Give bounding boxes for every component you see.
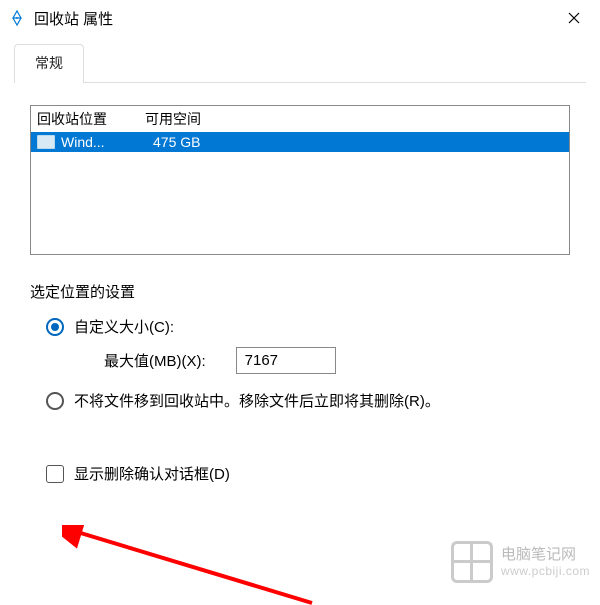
close-button[interactable] bbox=[556, 4, 592, 32]
radio-row-norecycle: 不将文件移到回收站中。移除文件后立即将其删除(R)。 bbox=[46, 390, 570, 411]
checkbox-row-confirm: 显示删除确认对话框(D) bbox=[46, 463, 570, 484]
header-space: 可用空间 bbox=[145, 109, 563, 129]
folder-icon bbox=[37, 135, 55, 149]
window-title: 回收站 属性 bbox=[34, 8, 556, 29]
list-row[interactable]: Wind... 475 GB bbox=[31, 132, 569, 152]
watermark-url: www.pcbiji.com bbox=[501, 564, 590, 578]
titlebar: 回收站 属性 bbox=[0, 0, 600, 36]
max-size-row: 最大值(MB)(X): bbox=[104, 347, 570, 374]
checkbox-confirm-label[interactable]: 显示删除确认对话框(D) bbox=[74, 463, 230, 484]
location-list[interactable]: 回收站位置 可用空间 Wind... 475 GB bbox=[30, 105, 570, 255]
checkbox-confirm-delete[interactable] bbox=[46, 465, 64, 483]
header-location: 回收站位置 bbox=[37, 109, 145, 129]
tab-strip: 常规 bbox=[0, 44, 600, 83]
radio-custom-label[interactable]: 自定义大小(C): bbox=[74, 316, 174, 337]
max-size-input[interactable] bbox=[236, 347, 336, 374]
radio-no-recycle-label[interactable]: 不将文件移到回收站中。移除文件后立即将其删除(R)。 bbox=[74, 390, 440, 411]
max-size-label: 最大值(MB)(X): bbox=[104, 350, 206, 371]
tab-general[interactable]: 常规 bbox=[14, 44, 84, 83]
watermark: 电脑笔记网 www.pcbiji.com bbox=[451, 541, 590, 583]
row-space: 475 GB bbox=[147, 134, 563, 150]
group-label: 选定位置的设置 bbox=[30, 281, 570, 302]
recycle-bin-icon bbox=[8, 9, 26, 27]
watermark-logo-icon bbox=[451, 541, 493, 583]
radio-row-custom: 自定义大小(C): bbox=[46, 316, 570, 337]
radio-custom-size[interactable] bbox=[46, 318, 64, 336]
content-panel: 回收站位置 可用空间 Wind... 475 GB 选定位置的设置 自定义大小(… bbox=[14, 82, 586, 500]
watermark-name: 电脑笔记网 bbox=[501, 546, 590, 564]
row-name: Wind... bbox=[61, 134, 147, 150]
radio-no-recycle[interactable] bbox=[46, 392, 64, 410]
annotation-arrow bbox=[62, 525, 322, 605]
list-header: 回收站位置 可用空间 bbox=[31, 106, 569, 132]
